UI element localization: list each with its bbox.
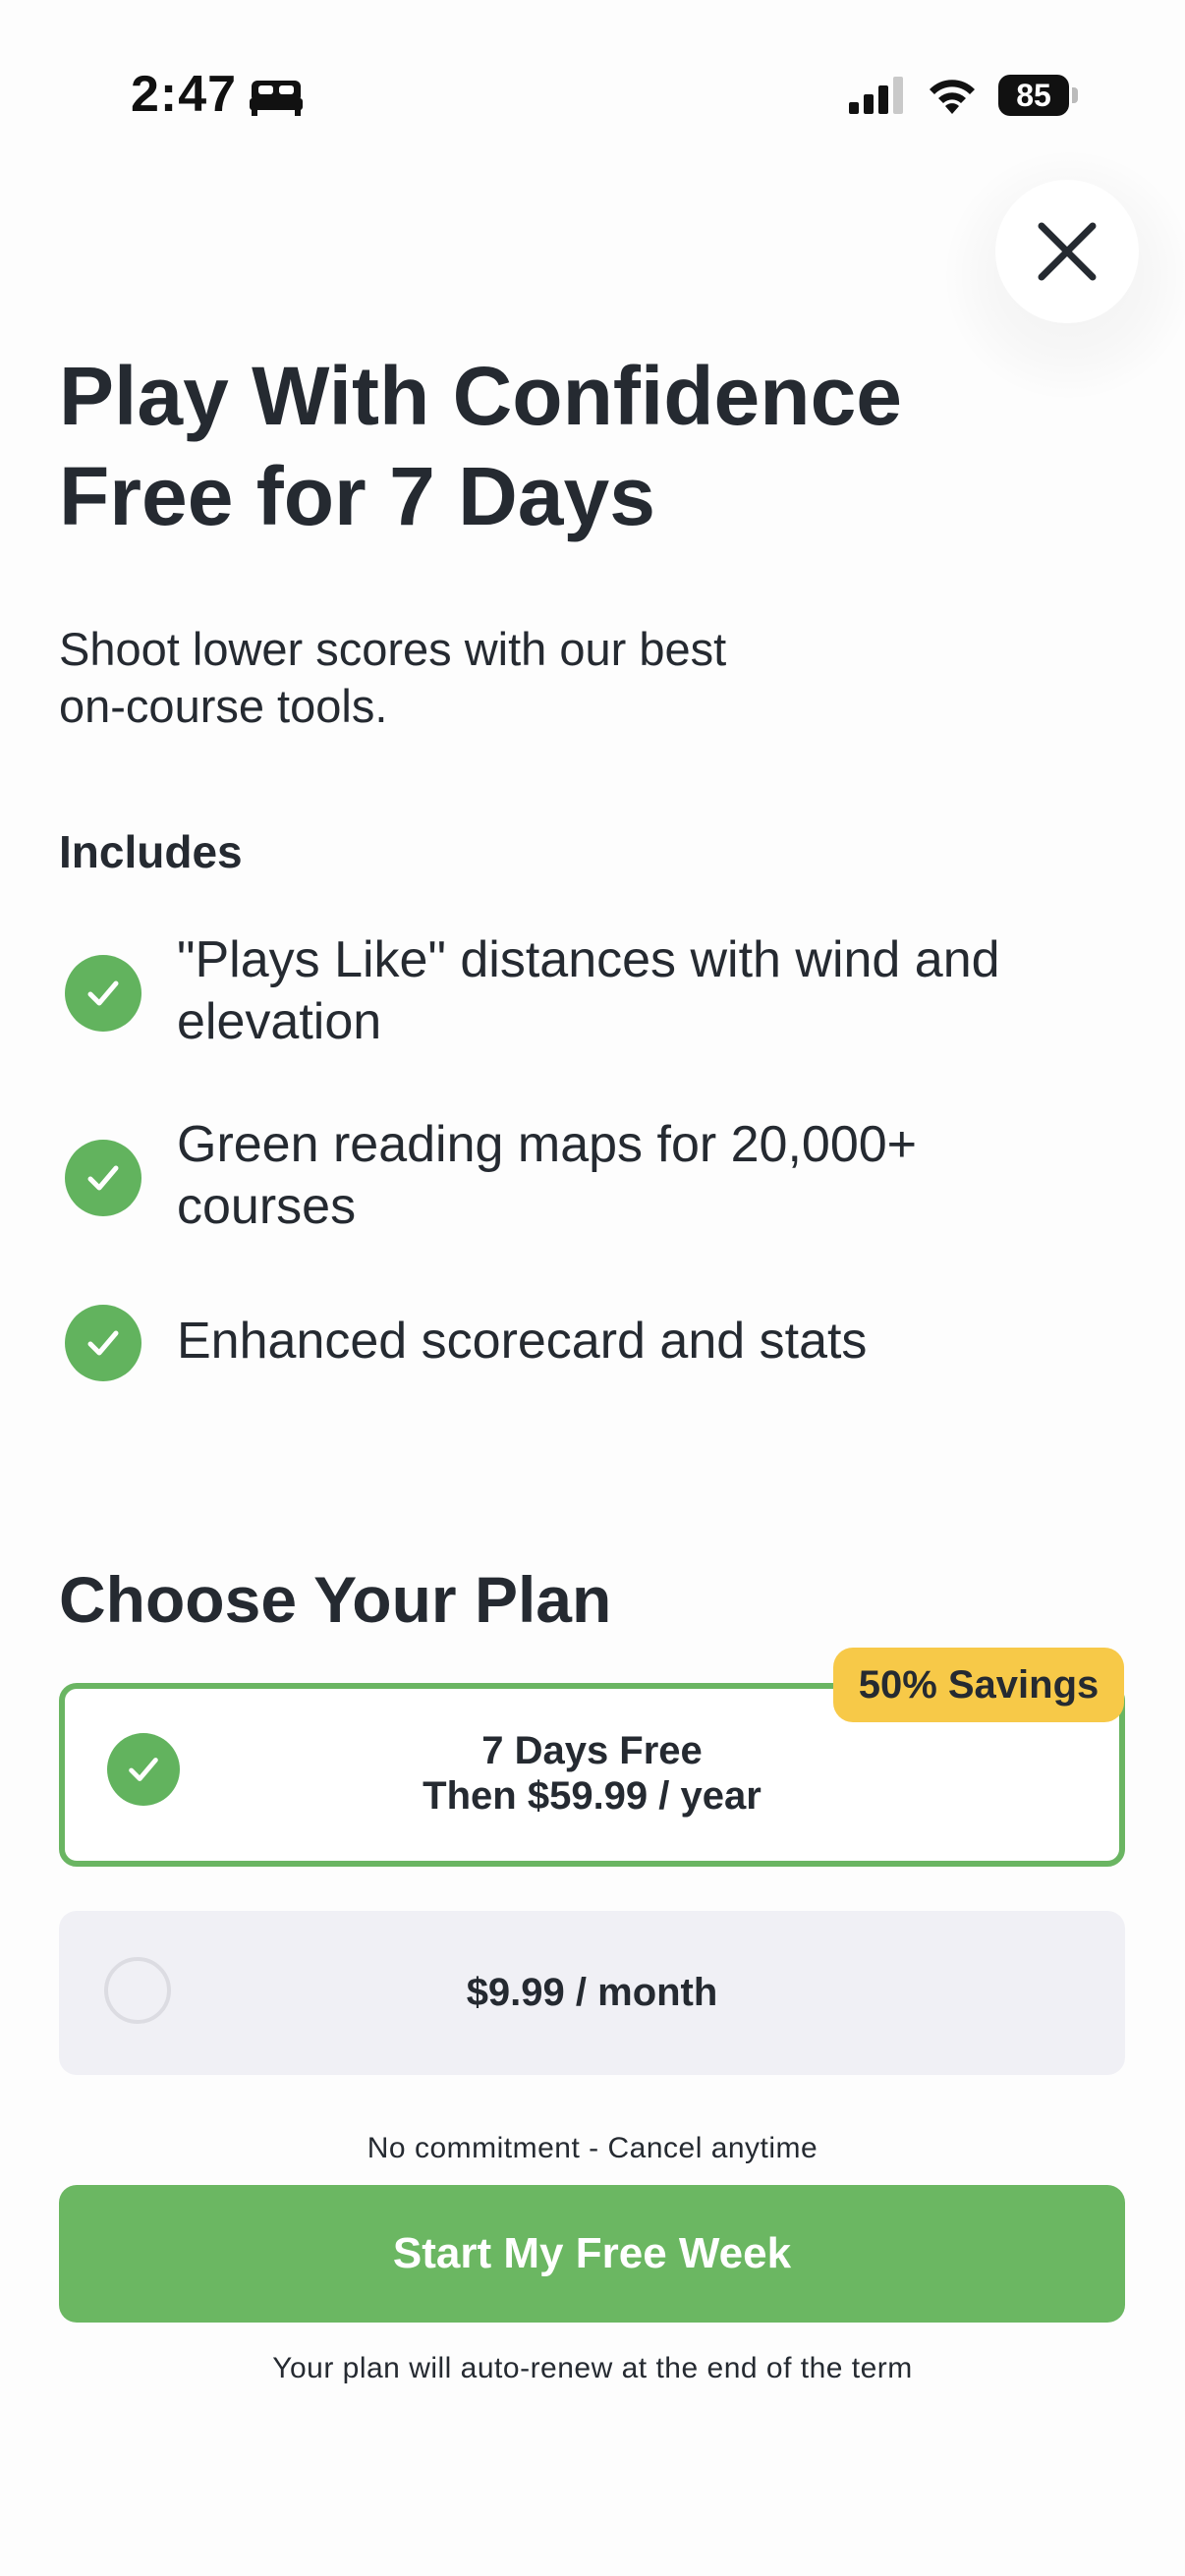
feature-text: Enhanced scorecard and stats xyxy=(177,1311,1120,1372)
page-subtitle-line: on-course tools. xyxy=(59,680,388,732)
feature-text: Green reading maps for 20,000+ courses xyxy=(177,1114,1120,1238)
feature-text-line: Green reading maps for 20,000+ xyxy=(177,1116,918,1173)
plan-annual-trial: 7 Days Free xyxy=(481,1729,703,1772)
plan-annual-price: Then $59.99 / year xyxy=(423,1774,762,1818)
page-subtitle: Shoot lower scores with our best on-cour… xyxy=(59,621,943,735)
wifi-icon xyxy=(930,80,975,114)
status-time: 2:47 xyxy=(131,66,238,123)
plan-monthly-price: $9.99 / month xyxy=(466,1971,718,2014)
feature-text: "Plays Like" distances with wind and ele… xyxy=(177,929,1120,1053)
battery-indicator: 85 xyxy=(998,75,1081,118)
includes-label: Includes xyxy=(59,826,243,877)
close-button[interactable] xyxy=(995,180,1139,323)
bed-icon xyxy=(250,81,303,116)
check-circle-icon xyxy=(65,1140,141,1216)
auto-renew-note: Your plan will auto-renew at the end of … xyxy=(272,2352,913,2384)
battery-level: 85 xyxy=(1016,78,1051,113)
feature-text-line: Enhanced scorecard and stats xyxy=(177,1313,868,1370)
cellular-signal-icon xyxy=(849,77,903,114)
plan-heading: Choose Your Plan xyxy=(59,1563,612,1636)
check-circle-icon xyxy=(65,955,141,1032)
page-subtitle-line: Shoot lower scores with our best xyxy=(59,623,727,675)
check-circle-icon xyxy=(65,1305,141,1381)
plan-option-monthly[interactable]: $9.99 / month xyxy=(59,1911,1125,2075)
savings-badge: 50% Savings xyxy=(833,1648,1124,1722)
no-commitment-note: No commitment - Cancel anytime xyxy=(367,2132,818,2164)
close-icon xyxy=(1038,222,1097,281)
feature-text-line: courses xyxy=(177,1178,357,1235)
feature-text-line: elevation xyxy=(177,993,382,1050)
page-title-line: Free for 7 Days xyxy=(59,450,655,542)
start-free-week-button[interactable]: Start My Free Week xyxy=(59,2185,1125,2323)
page-title-line: Play With Confidence xyxy=(59,350,903,442)
page-title: Play With Confidence Free for 7 Days xyxy=(59,346,1042,546)
feature-text-line: "Plays Like" distances with wind and xyxy=(177,931,1000,988)
plan-annual-text: 7 Days Free Then $59.99 / year xyxy=(65,1728,1119,1819)
